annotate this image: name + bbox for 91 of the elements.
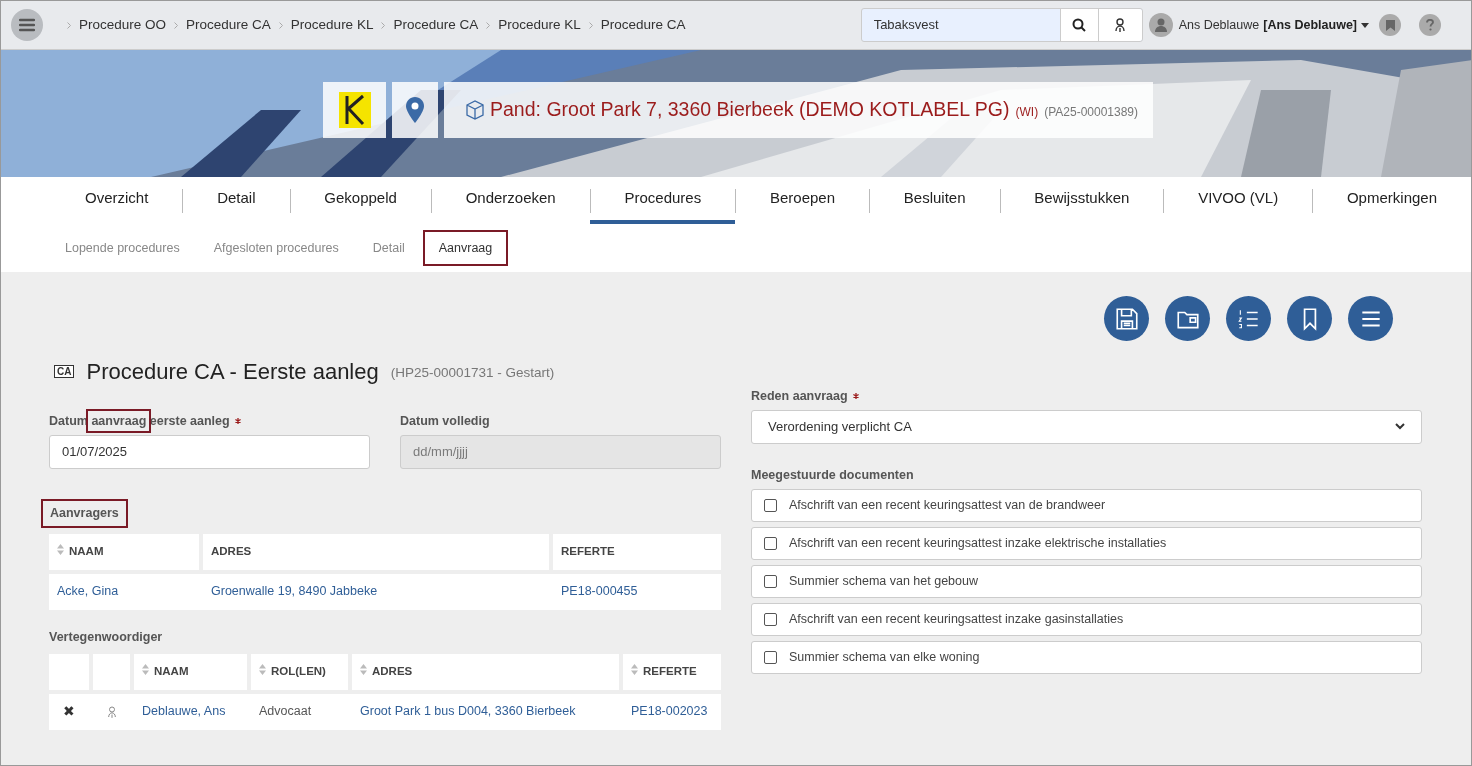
chevron-right-icon bbox=[174, 21, 179, 29]
nav-tab[interactable]: Bewijsstukken bbox=[1000, 177, 1164, 224]
save-button[interactable] bbox=[1104, 296, 1149, 341]
person-icon bbox=[1114, 17, 1127, 33]
sub-tab[interactable]: Lopende procedures bbox=[49, 230, 196, 266]
type-tag: (WI) bbox=[1015, 103, 1039, 121]
search-icon bbox=[1072, 18, 1087, 32]
bookmark-button[interactable] bbox=[1287, 296, 1332, 341]
document-option[interactable]: Afschrift van een recent keuringsattest inzake elektrische installaties bbox=[751, 526, 1422, 560]
sub-tab[interactable]: Detail bbox=[356, 230, 421, 266]
chevron-down-icon bbox=[1395, 423, 1405, 431]
folder-button[interactable] bbox=[1165, 296, 1210, 341]
procedure-badge: CA bbox=[54, 365, 75, 378]
remove-button[interactable]: ✖ bbox=[63, 701, 75, 722]
field-label: Datum aanvraag eerste aanleg bbox=[49, 412, 230, 431]
column-header[interactable]: NAAM bbox=[57, 542, 104, 561]
sort-icon bbox=[57, 544, 64, 555]
person-icon[interactable] bbox=[106, 704, 117, 719]
sort-icon bbox=[142, 664, 149, 675]
nav-tab[interactable]: Onderzoeken bbox=[431, 177, 590, 224]
menu-button[interactable] bbox=[11, 9, 43, 41]
help-icon bbox=[1426, 19, 1434, 31]
breadcrumb-link[interactable]: Procedure CA bbox=[600, 14, 686, 36]
section-title: Meegestuurde documenten bbox=[751, 467, 914, 482]
procedure-status: (HP25-00001731 - Gestart) bbox=[390, 364, 555, 383]
bookmark-icon bbox=[1385, 19, 1395, 31]
breadcrumb-link[interactable]: Procedure CA bbox=[186, 14, 271, 36]
table-link[interactable]: Groot Park 1 bus D004, 3360 Bierbeek bbox=[360, 704, 576, 719]
document-option[interactable]: Afschrift van een recent keuringsattest inzake gasinstallaties bbox=[751, 602, 1422, 636]
person-search-button[interactable] bbox=[1097, 9, 1142, 41]
column-header[interactable]: REFERTE bbox=[561, 542, 615, 561]
nav-tab[interactable]: Detail bbox=[183, 177, 290, 224]
sub-tab[interactable]: Aanvraag bbox=[422, 230, 509, 266]
map-pin-icon bbox=[406, 97, 424, 123]
sort-icon bbox=[259, 664, 266, 675]
sort-icon bbox=[360, 664, 367, 675]
document-option[interactable]: Summier schema van elke woning bbox=[751, 640, 1422, 674]
breadcrumb-link[interactable]: Procedure KL bbox=[498, 14, 581, 36]
field-label: Datum volledig bbox=[400, 413, 490, 430]
bookmark-button[interactable] bbox=[1379, 14, 1401, 36]
save-icon bbox=[1113, 305, 1140, 332]
document-option[interactable]: Afschrift van een recent keuringsattest van de brandweer bbox=[751, 488, 1422, 522]
section-title: Aanvragers bbox=[41, 498, 128, 528]
checkbox[interactable] bbox=[764, 498, 777, 512]
table-cell: Advocaat bbox=[259, 704, 312, 719]
table-link[interactable]: PE18-000455 bbox=[561, 584, 638, 599]
chevron-right-icon bbox=[381, 21, 386, 29]
checkbox[interactable] bbox=[764, 650, 777, 664]
column-header[interactable]: ADRES bbox=[360, 662, 413, 681]
nav-tab[interactable]: Gekoppeld bbox=[290, 177, 431, 224]
section-title: Vertegenwoordiger bbox=[49, 629, 163, 644]
cube-icon bbox=[466, 100, 484, 120]
user-avatar-icon bbox=[1148, 13, 1173, 37]
procedure-title: Procedure CA - Eerste aanleg bbox=[86, 358, 379, 386]
nav-tab[interactable]: Beroepen bbox=[735, 177, 870, 224]
select-field[interactable]: Verordening verplicht CA bbox=[751, 409, 1422, 444]
logo-icon bbox=[338, 92, 371, 128]
page-code: (PA25-00001389) bbox=[1044, 104, 1138, 121]
menu-icon bbox=[19, 18, 35, 32]
date-field[interactable]: 01/07/2025 bbox=[49, 434, 370, 469]
nav-tab[interactable]: Besluiten bbox=[869, 177, 1000, 224]
sort-icon bbox=[631, 664, 638, 675]
nav-tab[interactable]: Opmerkingen bbox=[1312, 177, 1471, 224]
column-header[interactable]: ADRES bbox=[211, 542, 252, 561]
nav-tab[interactable]: Overzicht bbox=[51, 177, 183, 224]
checkbox[interactable] bbox=[764, 612, 777, 626]
table-link[interactable]: Acke, Gina bbox=[57, 584, 119, 599]
page-title: Pand: Groot Park 7, 3360 Bierbeek (DEMO KOTLABEL PG) bbox=[490, 97, 1010, 123]
breadcrumb-link[interactable]: Procedure KL bbox=[290, 14, 374, 36]
field-label: Reden aanvraag bbox=[751, 388, 848, 405]
table-link[interactable]: Deblauwe, Ans bbox=[142, 704, 226, 719]
chevron-right-icon bbox=[67, 21, 71, 29]
caret-down-icon bbox=[1361, 22, 1369, 28]
breadcrumb-link[interactable]: Procedure OO bbox=[79, 14, 167, 36]
help-button[interactable] bbox=[1419, 14, 1441, 36]
list-button[interactable] bbox=[1226, 296, 1271, 341]
nav-tab[interactable]: VIVOO (VL) bbox=[1164, 177, 1313, 224]
chevron-right-icon bbox=[278, 21, 283, 29]
user-menu[interactable]: Ans Deblauwe [Ans Deblauwe] bbox=[1178, 15, 1369, 35]
breadcrumb-link[interactable]: Procedure CA bbox=[393, 14, 479, 36]
table-link[interactable]: PE18-002023 bbox=[631, 704, 708, 719]
chevron-right-icon bbox=[486, 21, 491, 29]
chevron-right-icon bbox=[588, 21, 593, 29]
table-link[interactable]: Groenwalle 19, 8490 Jabbeke bbox=[211, 584, 378, 599]
search-button[interactable] bbox=[1059, 9, 1098, 41]
menu-button[interactable] bbox=[1348, 296, 1393, 341]
search-field[interactable]: Tabaksvest bbox=[860, 8, 1143, 42]
checkbox[interactable] bbox=[764, 574, 777, 588]
sub-tab[interactable]: Afgesloten procedures bbox=[197, 230, 355, 266]
checkbox[interactable] bbox=[764, 536, 777, 550]
document-option[interactable]: Summier schema van het gebouw bbox=[751, 564, 1422, 598]
